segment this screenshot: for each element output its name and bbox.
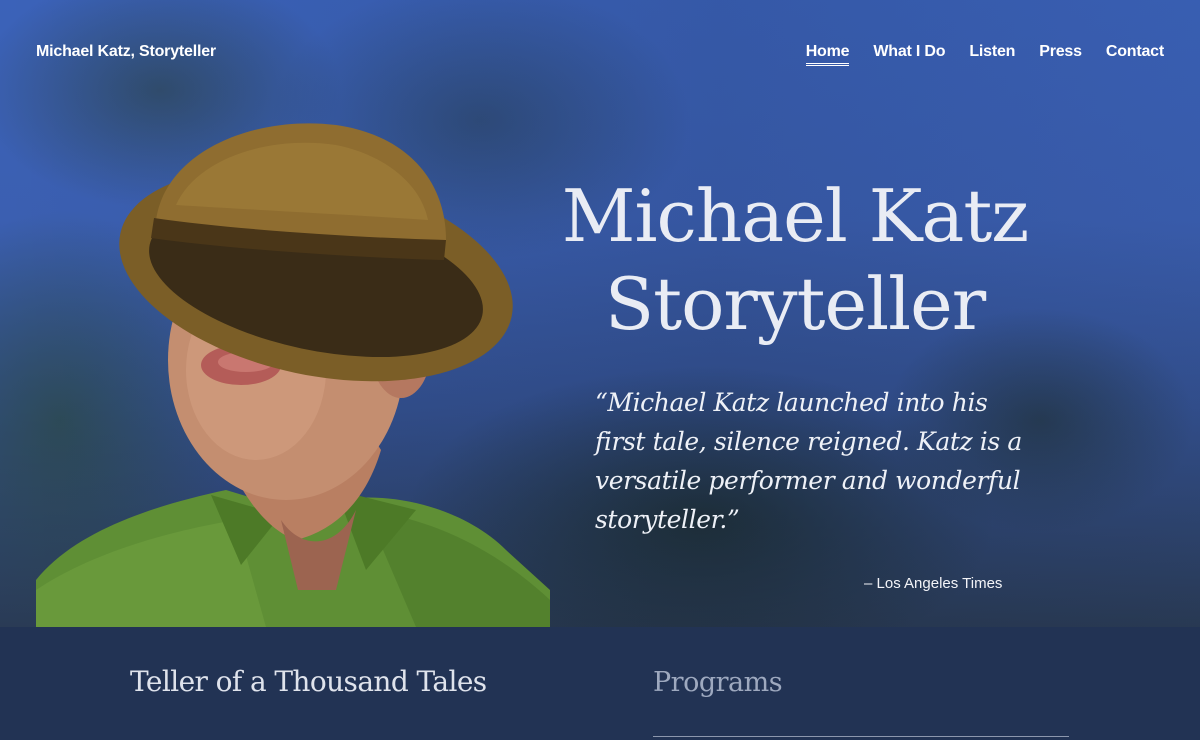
content-band: Teller of a Thousand Tales Programs xyxy=(0,627,1200,740)
hero-banner: Michael Katz, Storyteller Home What I Do… xyxy=(0,0,1200,627)
nav-listen[interactable]: Listen xyxy=(969,43,1015,66)
main-nav: Home What I Do Listen Press Contact xyxy=(805,43,1164,66)
nav-press[interactable]: Press xyxy=(1039,43,1082,66)
headline-line-1: Michael Katz xyxy=(561,174,1029,258)
site-title[interactable]: Michael Katz, Storyteller xyxy=(36,43,216,61)
teller-heading: Teller of a Thousand Tales xyxy=(130,665,487,698)
quote-attribution: – Los Angeles Times xyxy=(864,575,1003,592)
nav-home[interactable]: Home xyxy=(805,43,850,66)
programs-heading: Programs xyxy=(653,667,783,698)
headline-line-2: Storyteller xyxy=(604,262,986,346)
press-quote: “Michael Katz launched into his first ta… xyxy=(595,388,1022,534)
programs-divider xyxy=(653,736,1069,737)
hero-headline: Michael Katz Storyteller xyxy=(540,172,1050,348)
portrait-image xyxy=(36,110,550,627)
portrait-illustration xyxy=(36,123,550,627)
nav-what-i-do[interactable]: What I Do xyxy=(873,43,945,66)
nav-contact[interactable]: Contact xyxy=(1106,43,1164,66)
